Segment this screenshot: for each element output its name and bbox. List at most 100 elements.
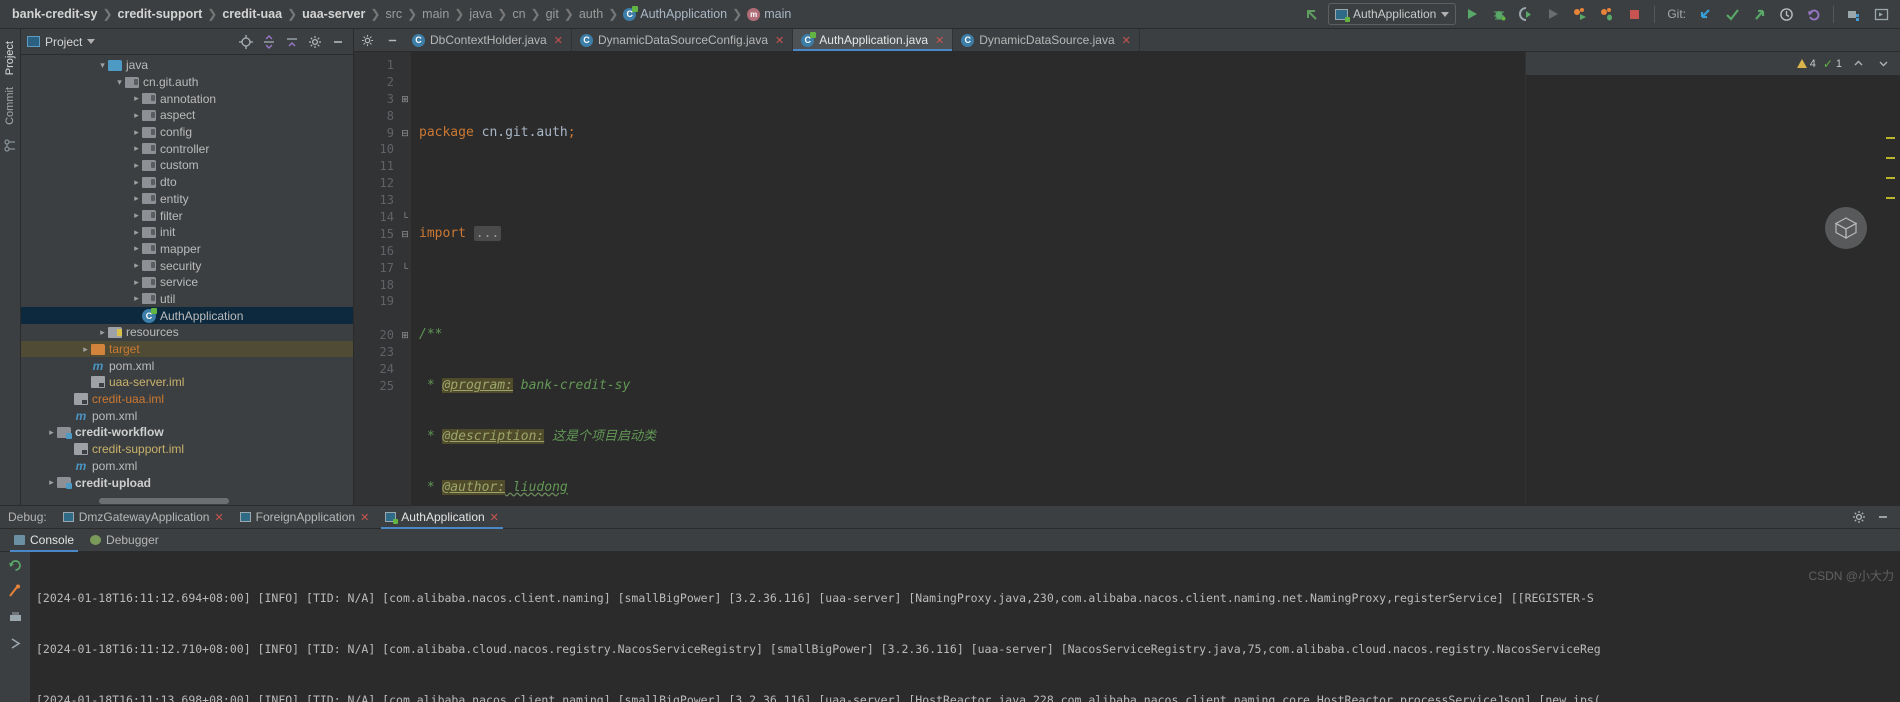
collapse-all-icon[interactable] <box>283 33 301 51</box>
tree-node-credit-workflow[interactable]: ▸ credit-workflow <box>21 424 353 441</box>
tree-node-pom-xml[interactable]: m pom.xml <box>21 458 353 475</box>
close-icon[interactable]: ✕ <box>490 511 499 524</box>
breadcrumb-item-method[interactable]: m main <box>743 7 795 21</box>
debug-icon[interactable] <box>1488 3 1510 25</box>
console-tab-debugger[interactable]: Debugger <box>82 529 167 552</box>
breadcrumb-item-cn[interactable]: cn <box>508 7 529 21</box>
profiler-run-icon[interactable] <box>1569 3 1591 25</box>
tree-expand-arrow[interactable]: ▸ <box>131 227 142 238</box>
tree-node-controller[interactable]: ▸ controller <box>21 140 353 157</box>
warning-marker[interactable] <box>1886 157 1895 159</box>
rerun-icon[interactable] <box>6 556 24 574</box>
tree-node-credit-uaa-iml[interactable]: credit-uaa.iml <box>21 391 353 408</box>
git-update-icon[interactable] <box>1694 3 1716 25</box>
tree-expand-arrow[interactable]: ▾ <box>114 77 125 88</box>
tree-node-annotation[interactable]: ▸ annotation <box>21 90 353 107</box>
tree-expand-arrow[interactable] <box>131 311 142 321</box>
tree-expand-arrow[interactable]: ▾ <box>97 60 108 71</box>
warning-marker[interactable] <box>1886 177 1895 179</box>
git-history-icon[interactable] <box>1775 3 1797 25</box>
editor-tab-dbcontextholder[interactable]: C DbContextHolder.java ✕ <box>404 29 572 51</box>
structure-icon[interactable] <box>3 139 17 152</box>
tree-node-cn-git-auth[interactable]: ▾ cn.git.auth <box>21 74 353 91</box>
fold-expand-imports-icon[interactable]: ⊞ <box>399 91 411 108</box>
editor-fold-column[interactable]: ⊞ ⊟ └ ⊟ └ ⊞ <box>399 52 411 505</box>
editor-settings-icon[interactable] <box>354 29 380 52</box>
tree-node-entity[interactable]: ▸ entity <box>21 191 353 208</box>
editor-tab-dynamicdatasourceconfig[interactable]: C DynamicDataSourceConfig.java ✕ <box>572 29 794 51</box>
tree-expand-arrow[interactable]: ▸ <box>131 177 142 188</box>
back-arrow-icon[interactable] <box>1301 3 1323 25</box>
tree-node-service[interactable]: ▸ service <box>21 274 353 291</box>
breadcrumb-item-uaa-server[interactable]: uaa-server <box>298 7 369 21</box>
breadcrumb-item-credit-support[interactable]: credit-support <box>114 7 207 21</box>
tree-node-mapper[interactable]: ▸ mapper <box>21 241 353 258</box>
tree-node-custom[interactable]: ▸ custom <box>21 157 353 174</box>
tree-expand-arrow[interactable]: ▸ <box>46 427 57 438</box>
close-icon[interactable]: ✕ <box>1122 34 1131 47</box>
breadcrumb-item-src[interactable]: src <box>381 7 406 21</box>
tree-node-uaa-server-iml[interactable]: uaa-server.iml <box>21 374 353 391</box>
tree-expand-arrow[interactable]: ▸ <box>131 93 142 104</box>
warning-count[interactable]: 4 <box>1796 58 1816 70</box>
tree-expand-arrow[interactable] <box>63 461 74 471</box>
debug-tab-foreignapplication[interactable]: ForeignApplication ✕ <box>232 506 378 529</box>
gear-icon[interactable] <box>1850 508 1868 526</box>
breadcrumb-item-project[interactable]: bank-credit-sy <box>8 7 101 21</box>
scrollbar-thumb[interactable] <box>99 498 229 504</box>
tree-node-resources[interactable]: ▸ resources <box>21 324 353 341</box>
editor-tab-authapplication[interactable]: C AuthApplication.java ✕ <box>793 29 954 51</box>
debug-tab-dmzgatewayapplication[interactable]: DmzGatewayApplication ✕ <box>55 506 232 529</box>
tree-node-dto[interactable]: ▸ dto <box>21 174 353 191</box>
debug-tab-authapplication[interactable]: AuthApplication ✕ <box>377 506 507 529</box>
tree-expand-arrow[interactable]: ▸ <box>131 160 142 171</box>
chevron-down-icon[interactable] <box>87 39 96 44</box>
tree-node-security[interactable]: ▸ security <box>21 257 353 274</box>
close-icon[interactable]: ✕ <box>214 511 223 524</box>
breadcrumb-item-class[interactable]: C AuthApplication <box>619 5 731 21</box>
tree-node-pom-xml[interactable]: m pom.xml <box>21 357 353 374</box>
fold-expand-method-icon[interactable]: ⊞ <box>399 327 411 344</box>
run-icon[interactable] <box>1461 3 1483 25</box>
breadcrumb-item-credit-uaa[interactable]: credit-uaa <box>218 7 286 21</box>
git-rollback-icon[interactable] <box>1802 3 1824 25</box>
breadcrumb-item-git[interactable]: git <box>542 7 563 21</box>
close-icon[interactable]: ✕ <box>935 34 944 47</box>
hide-panel-icon[interactable] <box>329 33 347 51</box>
tree-expand-arrow[interactable]: ▸ <box>46 477 57 488</box>
tree-node-target[interactable]: ▸ target <box>21 340 353 358</box>
chevron-up-icon[interactable] <box>1849 55 1867 73</box>
run-with-coverage-icon[interactable] <box>1515 3 1537 25</box>
tree-expand-arrow[interactable] <box>63 411 74 421</box>
git-commit-icon[interactable] <box>1721 3 1743 25</box>
tree-expand-arrow[interactable] <box>63 444 74 454</box>
breadcrumb-item-auth[interactable]: auth <box>575 7 607 21</box>
tree-expand-arrow[interactable]: ▸ <box>131 277 142 288</box>
fold-collapse-class-icon[interactable]: ⊟ <box>399 226 411 243</box>
tree-expand-arrow[interactable] <box>80 361 91 371</box>
project-horizontal-scrollbar[interactable] <box>21 497 353 505</box>
tree-expand-arrow[interactable]: ▸ <box>131 143 142 154</box>
breadcrumb-item-main[interactable]: main <box>418 7 453 21</box>
warning-marker[interactable] <box>1886 197 1895 199</box>
inspection-widget[interactable]: 4 ✓ 1 <box>1526 52 1900 75</box>
tree-expand-arrow[interactable]: ▸ <box>80 344 91 355</box>
project-tree[interactable]: ▾ java ▾ cn.git.auth ▸ annotation ▸ aspect ▸ conf… <box>21 55 353 497</box>
code-text-area[interactable]: package cn.git.auth; import ... /** * @p… <box>411 52 1525 505</box>
project-structure-icon[interactable] <box>1843 3 1865 25</box>
trace-icon[interactable] <box>6 582 24 600</box>
console-tab-console[interactable]: Console <box>6 529 82 552</box>
locate-icon[interactable] <box>237 33 255 51</box>
print-icon[interactable] <box>6 608 24 626</box>
tree-expand-arrow[interactable]: ▸ <box>131 193 142 204</box>
rail-tab-project[interactable]: Project <box>1 35 19 81</box>
restore-layout-icon[interactable] <box>1870 3 1892 25</box>
scroll-to-end-icon[interactable] <box>6 634 24 652</box>
tree-node-config[interactable]: ▸ config <box>21 124 353 141</box>
tree-node-java[interactable]: ▾ java <box>21 57 353 74</box>
tree-node-aspect[interactable]: ▸ aspect <box>21 107 353 124</box>
git-push-icon[interactable] <box>1748 3 1770 25</box>
tree-expand-arrow[interactable]: ▸ <box>131 260 142 271</box>
tree-expand-arrow[interactable]: ▸ <box>131 110 142 121</box>
editor-gutter[interactable]: 1 2 3 8 9 10 11 12 13 14 15 16 17 18 19 <box>354 52 399 505</box>
